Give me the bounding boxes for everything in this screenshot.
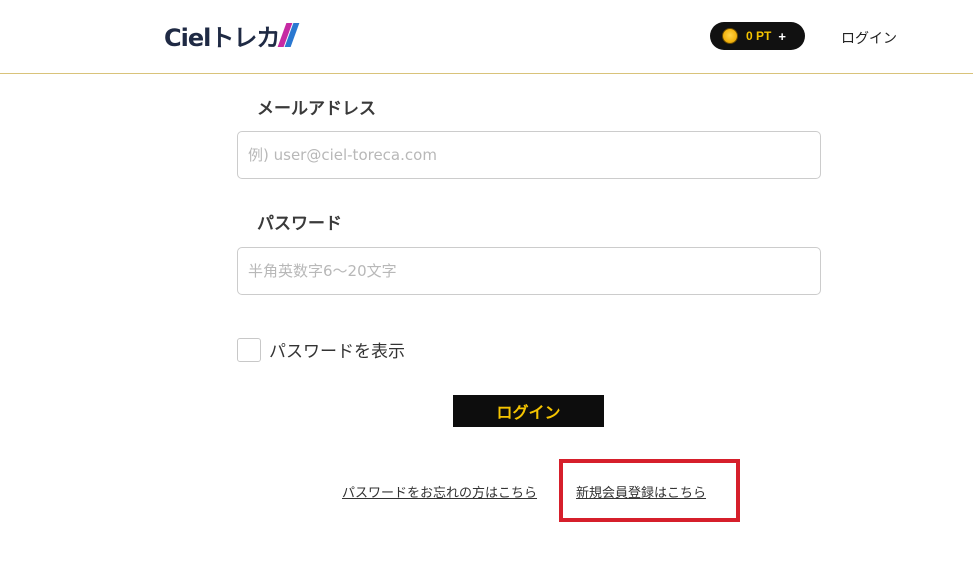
email-label: メールアドレス xyxy=(257,99,376,119)
password-field[interactable] xyxy=(237,247,821,295)
logo-text: Cielトレカ xyxy=(164,23,280,52)
login-page: Cielトレカ 0 PT + ログイン メールアドレス パスワード パスワードを… xyxy=(0,0,973,564)
logo-slash-icon xyxy=(277,23,300,47)
points-button[interactable]: 0 PT + xyxy=(710,22,805,50)
highlight-box xyxy=(559,459,740,522)
add-points-icon: + xyxy=(778,28,786,44)
coin-icon xyxy=(722,28,738,44)
site-header: Cielトレカ 0 PT + ログイン xyxy=(0,0,973,74)
show-password-label: パスワードを表示 xyxy=(269,342,405,362)
header-login-link[interactable]: ログイン xyxy=(841,28,897,48)
password-label: パスワード xyxy=(257,214,342,234)
points-balance: 0 PT xyxy=(746,29,772,43)
login-submit-button[interactable]: ログイン xyxy=(453,395,604,427)
forgot-password-link[interactable]: パスワードをお忘れの方はこちら xyxy=(342,482,537,501)
show-password-toggle[interactable]: パスワードを表示 xyxy=(237,337,405,362)
site-logo[interactable]: Cielトレカ xyxy=(164,20,300,52)
show-password-checkbox[interactable] xyxy=(237,337,261,362)
email-field[interactable] xyxy=(237,131,821,179)
